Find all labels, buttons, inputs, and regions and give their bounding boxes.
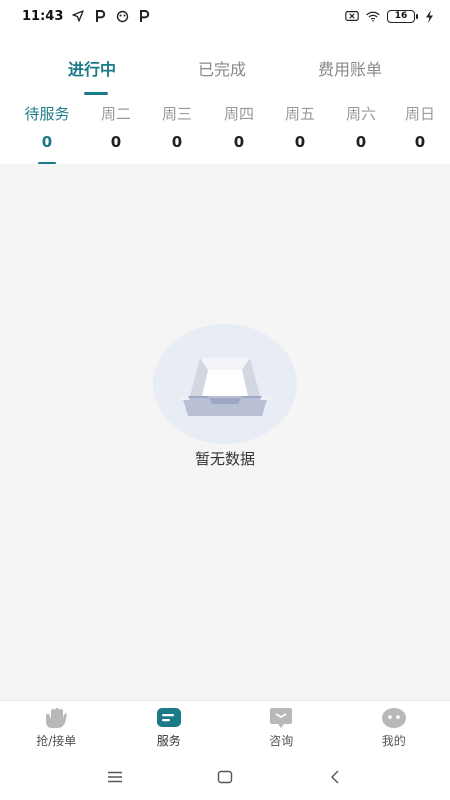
app-screen: 11:43 16 进行中 已完成 费用账单 待服务 0 周二 0 周三 0 周四… bbox=[0, 0, 450, 800]
day-tab-pending[interactable]: 待服务 0 bbox=[17, 104, 77, 152]
profile-icon bbox=[381, 707, 407, 729]
tab-fee-bill[interactable]: 费用账单 bbox=[318, 56, 382, 80]
back-chevron-icon[interactable] bbox=[315, 762, 355, 792]
day-tab-friday[interactable]: 周五 0 bbox=[270, 104, 330, 152]
day-tab-count: 0 bbox=[41, 133, 53, 151]
empty-state: 暂无数据 bbox=[0, 324, 450, 469]
day-tab-sunday[interactable]: 周日 0 bbox=[390, 104, 450, 152]
day-tab-label: 周日 bbox=[404, 105, 435, 123]
tab-in-progress[interactable]: 进行中 bbox=[68, 56, 116, 80]
bottom-nav-bar: 抢/接单 服务 咨询 我的 bbox=[0, 700, 450, 754]
battery-level: 16 bbox=[394, 11, 408, 21]
day-tab-count: 0 bbox=[110, 133, 122, 151]
menu-icon[interactable] bbox=[95, 762, 135, 792]
chat-icon bbox=[268, 707, 294, 729]
nav-label: 咨询 bbox=[269, 733, 294, 748]
day-tab-label: 周五 bbox=[284, 105, 315, 123]
parking-app-icon-2 bbox=[137, 9, 151, 23]
day-tab-count: 0 bbox=[233, 133, 245, 151]
day-tab-label: 周三 bbox=[161, 105, 192, 123]
day-tab-count: 0 bbox=[355, 133, 367, 151]
day-tab-label: 周四 bbox=[223, 105, 254, 123]
sim-x-icon bbox=[345, 9, 359, 23]
charging-bolt-icon bbox=[422, 9, 436, 23]
status-left: 11:43 bbox=[22, 9, 151, 24]
day-tab-count: 0 bbox=[294, 133, 306, 151]
nav-service[interactable]: 服务 bbox=[113, 701, 226, 754]
nav-consult[interactable]: 咨询 bbox=[225, 701, 338, 754]
nav-grab-order[interactable]: 抢/接单 bbox=[0, 701, 113, 754]
day-tab-saturday[interactable]: 周六 0 bbox=[331, 104, 391, 152]
wifi-icon bbox=[366, 9, 380, 23]
status-right: 16 bbox=[345, 9, 436, 23]
day-tab-count: 0 bbox=[171, 133, 183, 151]
system-nav-bar bbox=[0, 754, 450, 800]
battery-indicator: 16 bbox=[387, 9, 418, 23]
top-tab-bar: 进行中 已完成 费用账单 bbox=[0, 48, 450, 96]
empty-state-message: 暂无数据 bbox=[194, 450, 255, 468]
day-tab-label: 待服务 bbox=[24, 105, 70, 123]
day-tab-thursday[interactable]: 周四 0 bbox=[209, 104, 269, 152]
nav-label: 服务 bbox=[156, 733, 181, 748]
nav-label: 我的 bbox=[381, 733, 406, 748]
empty-box-icon bbox=[152, 324, 298, 444]
tab-completed[interactable]: 已完成 bbox=[198, 56, 246, 80]
hand-icon bbox=[43, 707, 69, 729]
day-tab-wednesday[interactable]: 周三 0 bbox=[147, 104, 207, 152]
day-tab-label: 周二 bbox=[100, 105, 131, 123]
service-icon bbox=[156, 707, 182, 729]
day-tab-label: 周六 bbox=[345, 105, 376, 123]
service-list-area[interactable]: 暂无数据 bbox=[0, 164, 450, 700]
location-arrow-icon bbox=[71, 9, 85, 23]
day-tab-tuesday[interactable]: 周二 0 bbox=[86, 104, 146, 152]
day-tab-bar: 待服务 0 周二 0 周三 0 周四 0 周五 0 周六 0 周日 0 bbox=[0, 100, 450, 165]
day-tab-count: 0 bbox=[414, 133, 426, 151]
home-square-icon[interactable] bbox=[205, 762, 245, 792]
status-bar: 11:43 16 bbox=[0, 0, 450, 32]
parking-app-icon bbox=[93, 9, 107, 23]
nav-label: 抢/接单 bbox=[36, 733, 77, 748]
nav-mine[interactable]: 我的 bbox=[338, 701, 450, 754]
status-time: 11:43 bbox=[22, 8, 64, 24]
top-tab-indicator bbox=[84, 92, 108, 95]
app-notification-icon bbox=[115, 9, 129, 23]
